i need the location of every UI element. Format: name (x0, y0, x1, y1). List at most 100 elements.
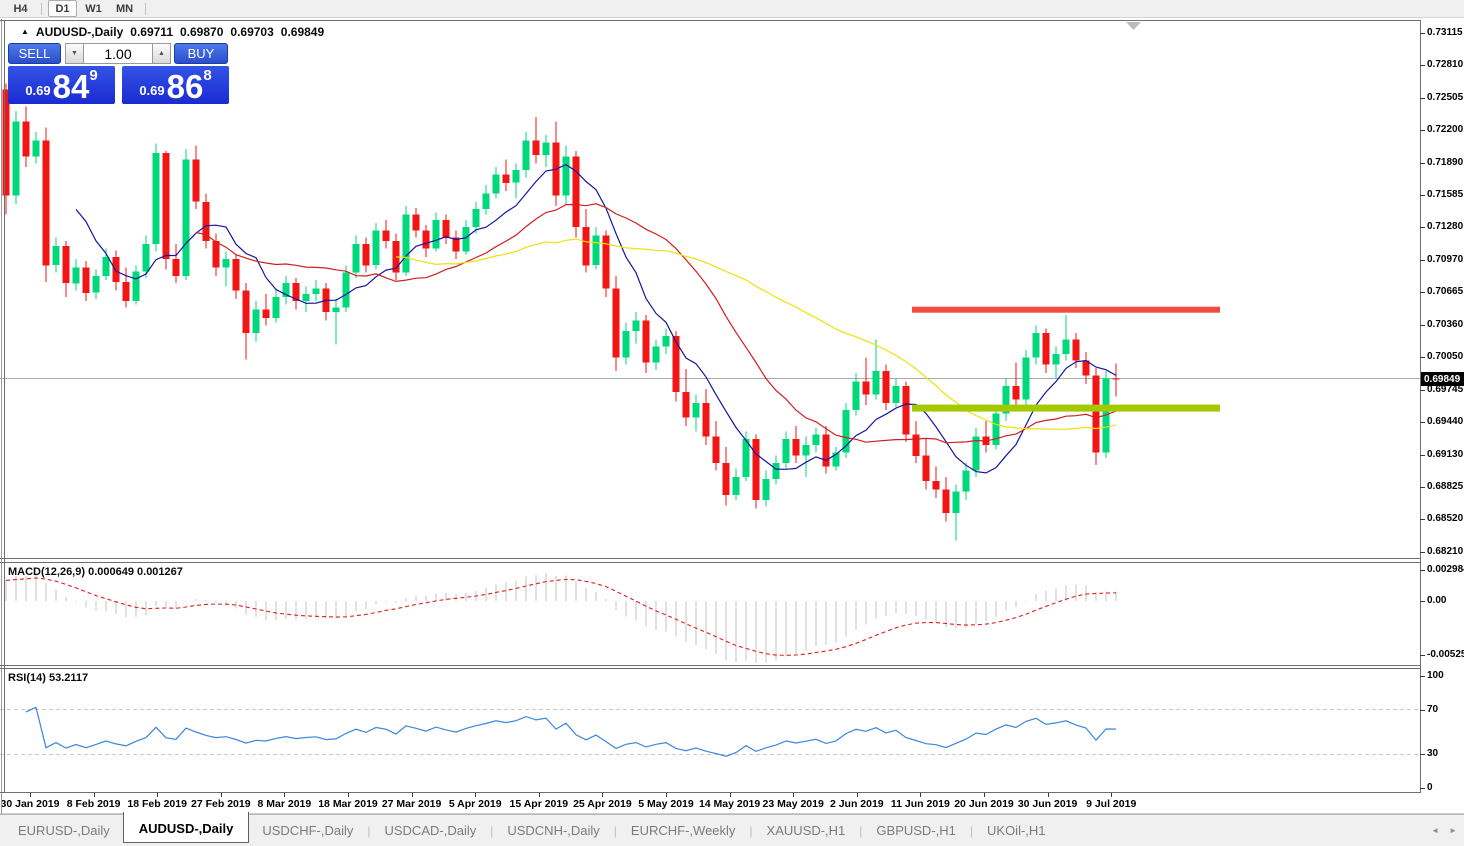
symbol-tab-usdcnh[interactable]: USDCNH-,Daily (494, 818, 612, 843)
timeframe-button-mn[interactable]: MN (110, 0, 139, 17)
buy-button[interactable]: BUY (174, 43, 228, 64)
price-axis-label: 0.70665 (1427, 286, 1464, 298)
price-axis-label: 0.69440 (1427, 415, 1464, 427)
rsi-axis-label: 30 (1427, 748, 1439, 760)
rsi-axis-label: 0 (1427, 782, 1433, 793)
price-axis-tick (1420, 292, 1425, 294)
toolbar-separator (41, 2, 42, 15)
timeframe-toolbar: H4 D1 W1 MN (0, 0, 1464, 18)
buy-price-sup: 8 (203, 67, 212, 84)
price-axis-label: 0.70970 (1427, 253, 1464, 265)
sell-price-big: 84 (52, 68, 90, 105)
chart-title: ▲ AUDUSD-,Daily 0.69711 0.69870 0.69703 … (21, 25, 324, 39)
price-axis-tick (1420, 259, 1425, 261)
buy-price-box[interactable]: 0.69 86 8 (122, 66, 229, 104)
timeframe-button-w1[interactable]: W1 (79, 0, 108, 17)
price-axis-tick (1420, 162, 1425, 164)
chart-left-border (4, 20, 5, 793)
price-axis-tick (1420, 421, 1425, 423)
price-axis-label: 0.68210 (1427, 546, 1464, 557)
timeframe-button-group: H4 D1 W1 MN (6, 0, 150, 17)
volume-decrease-button[interactable]: ▼ (65, 43, 84, 64)
symbol-tab-eurchf[interactable]: EURCHF-,Weekly (618, 818, 749, 843)
tab-separator: | (613, 823, 617, 838)
macd-axis-label: 0.002984 (1427, 564, 1464, 576)
volume-increase-button[interactable]: ▲ (152, 43, 171, 64)
price-axis-label: 0.71280 (1427, 221, 1464, 233)
price-axis-label: 0.72505 (1427, 91, 1464, 103)
ohlc-high-value: 0.69870 (180, 25, 224, 39)
macd-indicator-label: MACD(12,26,9) 0.000649 0.001267 (8, 566, 183, 578)
rsi-axis-label: 100 (1427, 670, 1444, 681)
sell-price-box[interactable]: 0.69 84 9 (8, 66, 115, 104)
sell-price-sup: 9 (89, 67, 98, 84)
timeframe-button-h4[interactable]: H4 (6, 0, 35, 17)
symbol-tab-usdcad[interactable]: USDCAD-,Daily (371, 818, 489, 843)
price-axis-label: 0.70360 (1427, 318, 1464, 330)
price-axis-label: 0.68520 (1427, 513, 1464, 525)
chart-shift-marker-icon[interactable] (1126, 22, 1141, 30)
price-axis-tick (1420, 129, 1425, 131)
volume-input[interactable]: 1.00 (84, 43, 152, 64)
tab-separator: | (859, 823, 863, 838)
macd-axis-label: 0.00 (1427, 595, 1447, 606)
rsi-panel-top-border (0, 668, 1421, 669)
buy-price-prefix: 0.69 (139, 83, 165, 98)
price-axis-label: 0.72200 (1427, 123, 1464, 135)
price-axis-label: 0.68825 (1427, 480, 1464, 492)
ohlc-open-value: 0.69711 (130, 25, 173, 39)
rsi-indicator-label: RSI(14) 53.2117 (8, 672, 89, 684)
tab-scroll-left-icon[interactable]: ◄ (1431, 826, 1439, 835)
price-axis-label: 0.72810 (1427, 59, 1464, 71)
main-panel-bottom-border (0, 558, 1421, 559)
price-axis-label: 0.70050 (1427, 351, 1464, 363)
spinner-down-icon: ▼ (71, 50, 78, 57)
price-axis-tick (1420, 486, 1425, 488)
price-axis-label: 0.73115 (1427, 27, 1463, 38)
symbol-tab-xauusd[interactable]: XAUUSD-,H1 (754, 818, 859, 843)
macd-histogram (5, 572, 1117, 664)
rsi-panel-bottom-border (0, 792, 1421, 793)
price-axis-tick (1420, 194, 1425, 196)
collapse-panel-icon[interactable]: ▲ (21, 27, 29, 36)
price-axis-tick (1420, 97, 1425, 99)
price-axis-tick (1420, 454, 1425, 456)
tab-scroll-right-icon[interactable]: ► (1449, 826, 1457, 835)
support-line[interactable] (912, 404, 1220, 412)
macd-panel-bottom-border (0, 665, 1421, 666)
price-axis-tick (1420, 227, 1425, 229)
toolbar-separator (145, 2, 146, 15)
rsi-axis-tick (1420, 788, 1425, 789)
rsi-line (25, 706, 1117, 757)
macd-panel[interactable] (0, 563, 1421, 665)
rsi-axis-tick (1420, 754, 1425, 756)
price-axis-tick (1420, 389, 1425, 391)
rsi-panel[interactable] (0, 669, 1421, 792)
price-axis-tick (1420, 65, 1425, 67)
tab-separator: | (969, 823, 974, 838)
date-axis-label: 9 Jul 2019 (1086, 798, 1137, 810)
timeframe-button-d1[interactable]: D1 (48, 0, 77, 17)
ohlc-close-value: 0.69849 (280, 25, 325, 39)
price-axis-tick (1420, 33, 1425, 34)
symbol-tab-usdchf[interactable]: USDCHF-,Daily (249, 818, 366, 843)
price-axis-tick (1420, 519, 1425, 521)
price-axis-label: 0.69130 (1427, 448, 1464, 460)
symbol-tab-ukoil[interactable]: UKOil-,H1 (974, 818, 1059, 843)
symbol-tab-audusd[interactable]: AUDUSD-,Daily (122, 811, 250, 843)
price-axis-tick (1420, 357, 1425, 359)
price-axis-label: 0.71890 (1427, 156, 1464, 168)
symbol-tab-eurusd[interactable]: EURUSD-,Daily (5, 818, 123, 843)
price-axis-border (1420, 20, 1421, 793)
resistance-line[interactable] (912, 306, 1220, 313)
chart-symbol-label: AUDUSD-,Daily (35, 25, 124, 39)
sell-price-prefix: 0.69 (25, 83, 51, 98)
macd-signal-line (5, 577, 1117, 656)
ma-fast-line (75, 163, 1117, 474)
macd-axis-tick (1420, 570, 1425, 572)
sell-button[interactable]: SELL (8, 43, 61, 64)
symbol-tab-gbpusd[interactable]: GBPUSD-,H1 (863, 818, 968, 843)
chart-top-border (0, 20, 1421, 21)
one-click-trade-panel: SELL ▼ 1.00 ▲ BUY 0.69 84 9 0.69 86 8 (8, 43, 229, 104)
rsi-axis-tick (1420, 709, 1425, 711)
